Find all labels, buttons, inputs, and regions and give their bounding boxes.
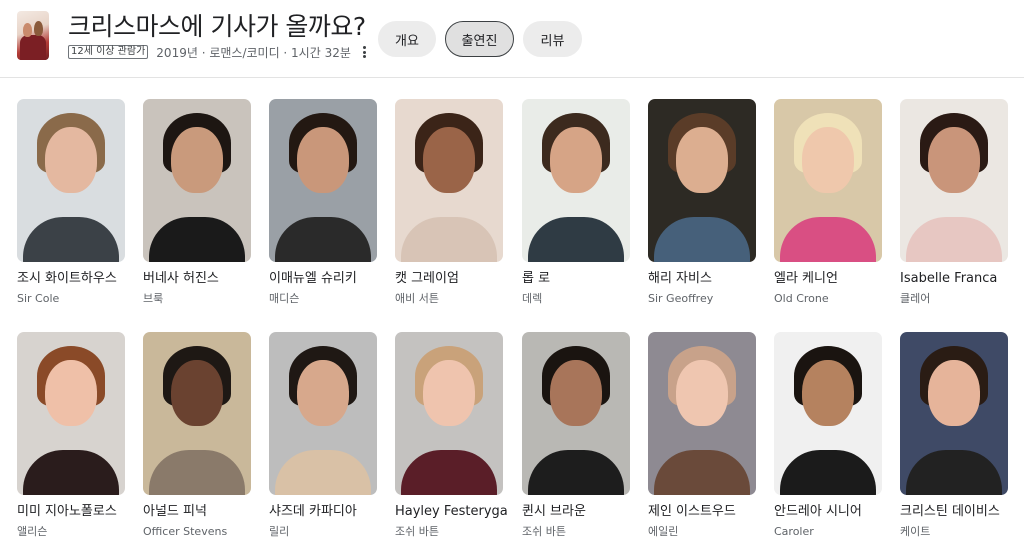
cast-role: 클레어: [900, 292, 931, 305]
cast-card[interactable]: 버네사 허진스브룩: [143, 99, 251, 306]
cast-name: 버네사 허진스: [143, 271, 219, 286]
tab-bar: 개요 출연진 리뷰: [378, 21, 582, 57]
cast-role: Caroler: [774, 525, 814, 538]
cast-photo: [774, 332, 882, 495]
cast-role: 케이트: [900, 525, 931, 538]
cast-photo: [269, 332, 377, 495]
cast-photo: [774, 99, 882, 262]
cast-card[interactable]: 제인 이스트우드에일린: [648, 332, 756, 539]
cast-name: 퀸시 브라운: [522, 504, 586, 519]
cast-card[interactable]: 샤즈데 카파디아릴리: [269, 332, 377, 539]
cast-photo: [522, 99, 630, 262]
cast-role: Old Crone: [774, 292, 829, 305]
cast-role: Sir Cole: [17, 292, 60, 305]
movie-meta: 12세 이상 관람가 2019년 · 로맨스/코미디 · 1시간 32분: [68, 44, 371, 60]
cast-name: Hayley Festeryga: [395, 504, 508, 519]
cast-photo: [395, 99, 503, 262]
cast-name: 안드레아 시니어: [774, 504, 862, 519]
cast-card[interactable]: 조시 화이트하우스 Sir Cole: [17, 99, 125, 306]
cast-photo: [395, 332, 503, 495]
cast-role: 앨리슨: [17, 525, 48, 538]
cast-photo: [522, 332, 630, 495]
cast-card[interactable]: 크리스틴 데이비스케이트: [900, 332, 1008, 539]
cast-role: 조쉬 바튼: [522, 525, 566, 538]
cast-role: 조쉬 바튼: [395, 525, 439, 538]
cast-photo: [17, 99, 125, 262]
cast-photo: [648, 99, 756, 262]
cast-card[interactable]: Isabelle Franca 클레어: [900, 99, 1008, 306]
cast-card[interactable]: Hayley Festeryga 조쉬 바튼: [395, 332, 508, 539]
tab-cast[interactable]: 출연진: [445, 21, 514, 57]
cast-card[interactable]: 아널드 피넉 Officer Stevens: [143, 332, 251, 539]
cast-name: 해리 자비스: [648, 271, 712, 286]
cast-card[interactable]: 해리 자비스 Sir Geoffrey: [648, 99, 756, 306]
cast-role: 에일린: [648, 525, 679, 538]
cast-role: Officer Stevens: [143, 525, 228, 538]
cast-card[interactable]: 캣 그레이엄애비 서튼: [395, 99, 503, 306]
cast-photo: [269, 99, 377, 262]
cast-name: 크리스틴 데이비스: [900, 504, 1000, 519]
cast-role: 데렉: [522, 292, 543, 305]
cast-photo: [900, 332, 1008, 495]
movie-title: 크리스마스에 기사가 올까요?: [68, 12, 366, 41]
cast-card[interactable]: 엘라 케니언 Old Crone: [774, 99, 882, 306]
cast-name: 캣 그레이엄: [395, 271, 459, 286]
cast-name: 이매뉴엘 슈리키: [269, 271, 357, 286]
cast-name: 조시 화이트하우스: [17, 271, 117, 286]
cast-card[interactable]: 퀸시 브라운조쉬 바튼: [522, 332, 630, 539]
cast-photo: [143, 99, 251, 262]
more-options-icon[interactable]: [359, 45, 371, 59]
tab-overview[interactable]: 개요: [378, 21, 436, 57]
movie-poster-thumbnail[interactable]: [17, 11, 49, 60]
cast-card[interactable]: 이매뉴엘 슈리키매디슨: [269, 99, 377, 306]
cast-name: Isabelle Franca: [900, 271, 998, 286]
cast-role: Sir Geoffrey: [648, 292, 714, 305]
cast-role: 매디슨: [269, 292, 300, 305]
age-rating-badge: 12세 이상 관람가: [68, 45, 149, 59]
cast-name: 제인 이스트우드: [648, 504, 736, 519]
cast-photo: [900, 99, 1008, 262]
cast-role: 브룩: [143, 292, 164, 305]
cast-name: 엘라 케니언: [774, 271, 838, 286]
tab-reviews[interactable]: 리뷰: [523, 21, 582, 57]
cast-role: 릴리: [269, 525, 290, 538]
cast-card[interactable]: 롭 로데렉: [522, 99, 630, 306]
cast-photo: [648, 332, 756, 495]
cast-name: 샤즈데 카파디아: [269, 504, 357, 519]
cast-photo: [17, 332, 125, 495]
cast-card[interactable]: 안드레아 시니어 Caroler: [774, 332, 882, 539]
cast-card[interactable]: 미미 지아노폴로스앨리슨: [17, 332, 125, 539]
movie-meta-text: 2019년 · 로맨스/코미디 · 1시간 32분: [156, 45, 351, 60]
header: 크리스마스에 기사가 올까요? 12세 이상 관람가 2019년 · 로맨스/코…: [0, 0, 1024, 78]
cast-name: 롭 로: [522, 271, 551, 286]
cast-photo: [143, 332, 251, 495]
cast-role: 애비 서튼: [395, 292, 439, 305]
cast-name: 미미 지아노폴로스: [17, 504, 117, 519]
cast-name: 아널드 피넉: [143, 504, 207, 519]
